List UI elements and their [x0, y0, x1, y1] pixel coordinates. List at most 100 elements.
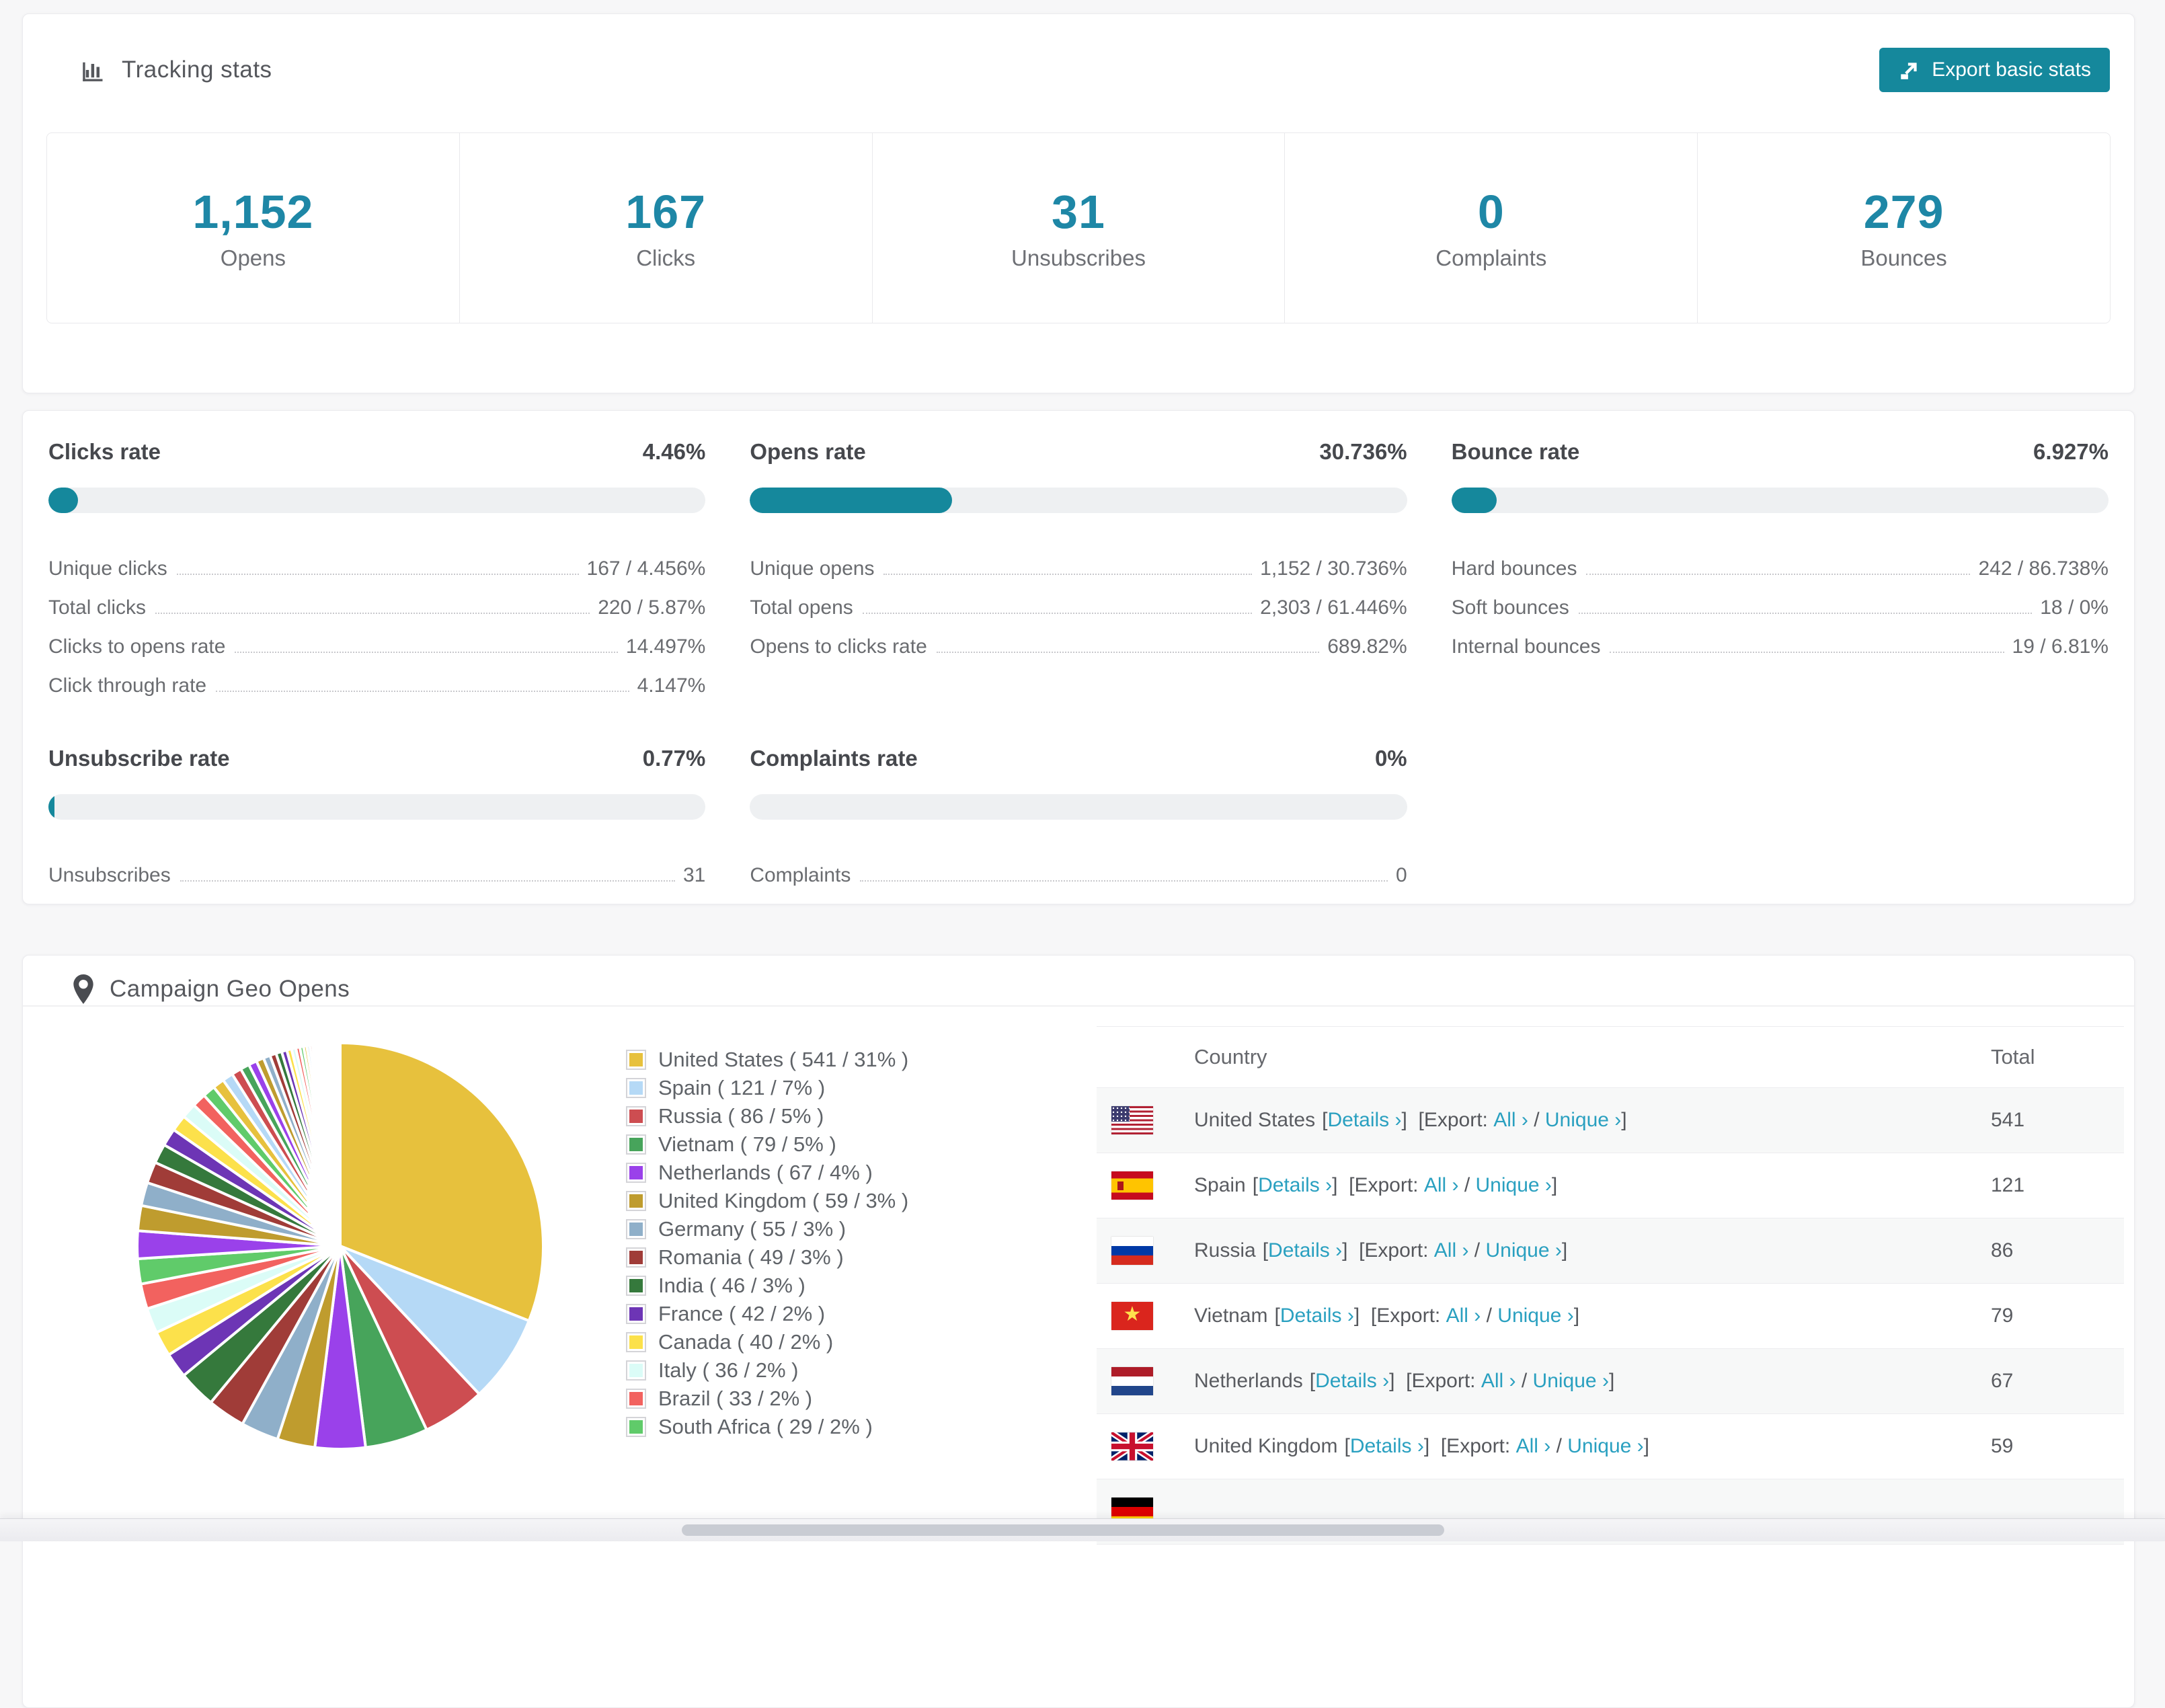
country-cell: Netherlands[Details ›] [Export: All › / … [1097, 1367, 1991, 1395]
stats-row: 1,152Opens167Clicks31Unsubscribes0Compla… [46, 132, 2111, 323]
bracket: ] [Export: [1424, 1435, 1516, 1458]
export-all-link[interactable]: All › [1434, 1239, 1469, 1262]
export-all-link[interactable]: All › [1516, 1435, 1551, 1458]
country-cell: United Kingdom[Details ›] [Export: All ›… [1097, 1432, 1991, 1461]
column-header-total: Total [1991, 1045, 2124, 1069]
rate-title: Complaints rate [750, 746, 917, 771]
metric-value: 2,303 / 61.446% [1260, 596, 1407, 619]
legend-label: India ( 46 / 3% ) [658, 1274, 805, 1298]
export-all-link[interactable]: All › [1493, 1109, 1528, 1132]
legend-item-russia: Russia ( 86 / 5% ) [626, 1102, 908, 1130]
geo-title: Campaign Geo Opens [110, 976, 350, 1003]
campaign-geo-opens-card: Campaign Geo Opens United States ( 541 /… [22, 955, 2135, 1708]
slash: / [1516, 1370, 1533, 1393]
bracket: ] [Export: [1401, 1109, 1493, 1132]
details-link[interactable]: Details › [1268, 1239, 1342, 1262]
bracket: ] [Export: [1342, 1239, 1434, 1262]
legend-swatch [626, 1106, 646, 1126]
legend-item-romania: Romania ( 49 / 3% ) [626, 1243, 908, 1272]
metric-row: Unsubscribes31 [48, 848, 705, 887]
export-all-link[interactable]: All › [1481, 1370, 1516, 1393]
legend-item-india: India ( 46 / 3% ) [626, 1272, 908, 1300]
metric-label: Internal bounces [1452, 635, 1601, 658]
divider [23, 1005, 2134, 1007]
legend-item-vietnam: Vietnam ( 79 / 5% ) [626, 1130, 908, 1159]
stat-label: Complaints [1435, 245, 1546, 271]
metric-list: Unsubscribes31 [48, 848, 705, 887]
details-link[interactable]: Details › [1280, 1305, 1354, 1327]
dotted-leader [937, 652, 1319, 653]
export-basic-stats-button[interactable]: Export basic stats [1879, 48, 2110, 92]
flag-icon-es [1111, 1171, 1153, 1200]
rate-block-unsubscribe-rate: Unsubscribe rate0.77% Unsubscribes31 [48, 746, 705, 887]
details-link[interactable]: Details › [1315, 1370, 1389, 1393]
bracket: [ [1275, 1305, 1280, 1327]
bracket: ] [1552, 1174, 1557, 1197]
slash: / [1528, 1109, 1545, 1132]
progress-fill [48, 488, 78, 513]
legend-item-france: France ( 42 / 2% ) [626, 1300, 908, 1328]
country-cell: Russia[Details ›] [Export: All › / Uniqu… [1097, 1237, 1991, 1265]
legend-item-canada: Canada ( 40 / 2% ) [626, 1328, 908, 1356]
legend-swatch [626, 1219, 646, 1239]
metric-list: Unique opens1,152 / 30.736%Total opens2,… [750, 541, 1407, 658]
page-title: Tracking stats [122, 56, 272, 83]
rates-grid: Clicks rate4.46%Unique clicks167 / 4.456… [23, 411, 2134, 887]
progress-bar [1452, 488, 2109, 513]
rate-head: Unsubscribe rate0.77% [48, 746, 705, 771]
total-cell: 67 [1991, 1370, 2124, 1393]
rate-title: Bounce rate [1452, 439, 1580, 465]
metric-list: Complaints0 [750, 848, 1407, 887]
export-all-link[interactable]: All › [1424, 1174, 1459, 1197]
slash: / [1468, 1239, 1485, 1262]
metric-value: 14.497% [626, 635, 705, 658]
legend-item-brazil: Brazil ( 33 / 2% ) [626, 1385, 908, 1413]
legend-swatch [626, 1247, 646, 1268]
progress-bar [48, 794, 705, 820]
dotted-leader [1610, 652, 2004, 653]
export-unique-link[interactable]: Unique › [1476, 1174, 1552, 1197]
rate-block-complaints-rate: Complaints rate0% Complaints0 [750, 746, 1407, 887]
country-name: United States [1194, 1109, 1315, 1132]
export-all-link[interactable]: All › [1446, 1305, 1481, 1327]
metric-label: Hard bounces [1452, 557, 1577, 580]
export-unique-link[interactable]: Unique › [1485, 1239, 1561, 1262]
details-link[interactable]: Details › [1258, 1174, 1332, 1197]
stat-label: Unsubscribes [1011, 245, 1146, 271]
pie-legend: United States ( 541 / 31% )Spain ( 121 /… [626, 1046, 908, 1441]
details-link[interactable]: Details › [1327, 1109, 1401, 1132]
progress-bar [750, 794, 1407, 820]
stat-cell-complaints: 0Complaints [1284, 133, 1697, 323]
legend-swatch [626, 1332, 646, 1352]
legend-swatch [626, 1276, 646, 1296]
rates-card: Clicks rate4.46%Unique clicks167 / 4.456… [22, 410, 2135, 904]
metric-label: Total opens [750, 596, 853, 619]
country-name: Vietnam [1194, 1305, 1268, 1327]
metric-row: Opens to clicks rate689.82% [750, 619, 1407, 658]
metric-label: Unique opens [750, 557, 874, 580]
bracket: [ [1253, 1174, 1258, 1197]
country-cell: Spain[Details ›] [Export: All › / Unique… [1097, 1171, 1991, 1200]
export-unique-link[interactable]: Unique › [1497, 1305, 1573, 1327]
dotted-leader [863, 613, 1252, 614]
legend-swatch [626, 1050, 646, 1070]
details-link[interactable]: Details › [1350, 1435, 1424, 1458]
dotted-leader [1579, 613, 2032, 614]
total-cell: 86 [1991, 1239, 2124, 1262]
legend-label: Russia ( 86 / 5% ) [658, 1104, 824, 1128]
export-unique-link[interactable]: Unique › [1545, 1109, 1621, 1132]
stat-label: Opens [221, 245, 286, 271]
export-unique-link[interactable]: Unique › [1567, 1435, 1643, 1458]
flag-icon-ru [1111, 1237, 1153, 1265]
rate-head: Bounce rate6.927% [1452, 439, 2109, 465]
rate-title: Clicks rate [48, 439, 161, 465]
rate-head: Complaints rate0% [750, 746, 1407, 771]
geo-table-row-spain: Spain[Details ›] [Export: All › / Unique… [1097, 1153, 2124, 1218]
horizontal-scrollbar-thumb[interactable] [682, 1524, 1444, 1536]
slash: / [1550, 1435, 1567, 1458]
rate-head: Clicks rate4.46% [48, 439, 705, 465]
bracket: ] [Export: [1354, 1305, 1446, 1327]
export-unique-link[interactable]: Unique › [1533, 1370, 1609, 1393]
stat-cell-opens: 1,152Opens [47, 133, 459, 323]
country-name: Netherlands [1194, 1370, 1303, 1393]
